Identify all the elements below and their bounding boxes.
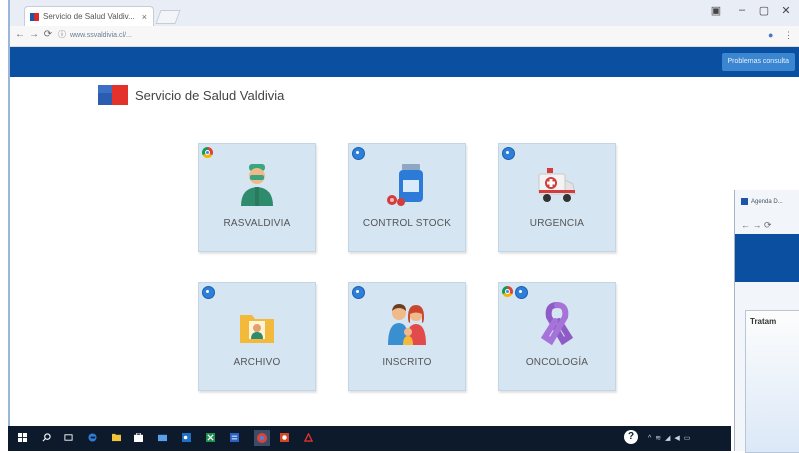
extension-icon[interactable]: ● (768, 30, 773, 40)
second-window-nav-icons[interactable]: ← → ⟳ (741, 220, 772, 231)
mail-icon[interactable] (158, 433, 167, 442)
tile-archivo[interactable]: ARCHIVO (198, 282, 316, 391)
close-button[interactable]: ✕ (776, 4, 796, 17)
minimize-button[interactable]: – (732, 4, 752, 16)
shortcut-badge-icon (352, 147, 365, 160)
doctor-icon (241, 164, 273, 206)
file-explorer-icon[interactable] (112, 433, 121, 442)
header-button[interactable]: Problemas consulta (721, 53, 795, 71)
restore-icon[interactable]: ▣ (706, 4, 726, 17)
info-icon[interactable]: ⓘ (56, 29, 68, 40)
tile-label: CONTROL STOCK (362, 218, 452, 229)
favicon-icon (30, 13, 39, 21)
system-tray[interactable]: ^ ≋ ◢ ◀ ▭ (648, 434, 691, 442)
powerpoint-icon[interactable] (280, 433, 289, 442)
maximize-button[interactable]: ▢ (754, 4, 774, 17)
browser-window: Servicio de Salud Valdiv... × ▣ – ▢ ✕ ← … (8, 0, 799, 451)
second-browser-window[interactable]: Agenda D... ← → ⟳ Tratam (734, 190, 799, 453)
second-window-header (735, 234, 799, 282)
shortcut-badge-icon (352, 286, 365, 299)
folder-icon (240, 315, 274, 343)
tile-label: URGENCIA (529, 218, 585, 229)
second-window-panel-title: Tratam (750, 317, 777, 326)
tile-inscrito[interactable]: INSCRITO (348, 282, 466, 391)
ministry-logo-icon (98, 85, 128, 105)
new-tab-button[interactable] (155, 10, 181, 24)
page-title: Servicio de Salud Valdivia (135, 88, 285, 103)
chrome-icon (502, 286, 513, 297)
tile-rasvaldivia[interactable]: RASVALDIVIA (198, 143, 316, 252)
menu-icon[interactable]: ⋮ (784, 30, 793, 41)
back-icon[interactable]: ← (14, 29, 26, 40)
search-icon[interactable] (42, 433, 51, 442)
tile-control-stock[interactable]: CONTROL STOCK (348, 143, 466, 252)
tile-label: ONCOLOGÍA (525, 357, 589, 368)
medicine-bottle-icon (387, 164, 423, 206)
tile-label: RASVALDIVIA (223, 218, 291, 229)
tab-title: Servicio de Salud Valdiv... (43, 12, 135, 21)
store-icon[interactable] (134, 433, 143, 442)
word-icon[interactable] (230, 433, 239, 442)
tab-close-icon[interactable]: × (142, 7, 147, 26)
cancer-ribbon-icon (540, 302, 574, 345)
tile-label: ARCHIVO (233, 357, 281, 368)
taskbar: ? ^ ≋ ◢ ◀ ▭ (8, 426, 731, 451)
windows-start-icon[interactable] (18, 433, 27, 442)
reload-icon[interactable]: ⟳ (42, 29, 54, 40)
chrome-taskbar-icon[interactable] (254, 430, 270, 446)
tile-urgencia[interactable]: URGENCIA (498, 143, 616, 252)
second-window-tab[interactable]: Agenda D... (741, 198, 783, 205)
shortcut-badge-icon (502, 147, 515, 160)
edge-icon[interactable] (88, 433, 97, 442)
excel-icon[interactable] (206, 433, 215, 442)
address-bar: ← → ⟳ ⓘ www.ssvaldivia.cl/... ● ⋮ (10, 26, 799, 47)
url-input[interactable]: www.ssvaldivia.cl/... (70, 29, 730, 42)
second-window-panel: Tratam (745, 310, 799, 453)
tile-label: INSCRITO (382, 357, 432, 368)
ambulance-icon (538, 168, 576, 202)
acrobat-icon[interactable] (304, 433, 313, 442)
forward-icon[interactable]: → (28, 29, 40, 40)
shortcut-badge-icon (515, 286, 528, 299)
task-view-icon[interactable] (64, 433, 73, 442)
outlook-icon[interactable] (182, 433, 191, 442)
chrome-icon (202, 147, 213, 158)
shortcut-badge-icon (202, 286, 215, 299)
family-icon (388, 304, 426, 345)
tab-bar: Servicio de Salud Valdiv... × ▣ – ▢ ✕ (10, 0, 799, 26)
browser-tab[interactable]: Servicio de Salud Valdiv... × (24, 6, 154, 26)
site-header: Problemas consulta (10, 47, 799, 77)
tile-oncologia[interactable]: ONCOLOGÍA (498, 282, 616, 391)
help-icon[interactable]: ? (624, 430, 638, 444)
